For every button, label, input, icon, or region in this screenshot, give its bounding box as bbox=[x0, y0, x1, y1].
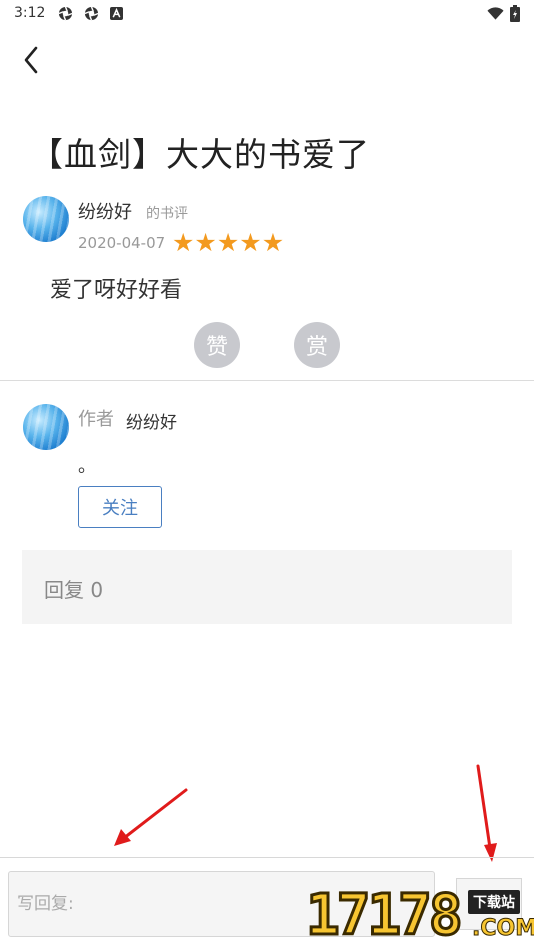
review-tag: 的书评 bbox=[146, 206, 188, 222]
arrow-icon bbox=[476, 764, 497, 862]
like-button[interactable]: 赞 bbox=[194, 322, 240, 368]
chevron-left-icon bbox=[24, 46, 38, 74]
star-icon: ★ bbox=[172, 228, 195, 257]
status-right bbox=[487, 5, 520, 22]
review-author-name[interactable]: 纷纷好 bbox=[78, 198, 132, 224]
author-avatar[interactable] bbox=[23, 404, 69, 450]
section-divider bbox=[0, 380, 534, 381]
author-name[interactable]: 纷纷好 bbox=[126, 408, 177, 433]
star-icon: ★ bbox=[194, 228, 217, 257]
aperture-icon bbox=[84, 6, 99, 21]
star-icon: ★ bbox=[261, 228, 285, 257]
reward-button[interactable]: 赏 bbox=[294, 322, 340, 368]
back-button[interactable] bbox=[14, 40, 48, 80]
status-bar: 3:12 bbox=[0, 0, 534, 28]
follow-button[interactable]: 关注 bbox=[78, 486, 162, 528]
reply-input[interactable] bbox=[8, 871, 435, 937]
send-button[interactable]: 发送 bbox=[456, 878, 522, 930]
star-icon: ★ bbox=[216, 228, 240, 257]
author-text: 。 bbox=[78, 456, 96, 477]
a-badge-icon bbox=[110, 7, 123, 20]
review-date: 2020-04-07 bbox=[78, 234, 166, 252]
reply-count: 回复 0 bbox=[44, 578, 104, 602]
reply-section: 回复 0 bbox=[22, 550, 512, 624]
rating-stars: ★ ★ ★ ★ ★ bbox=[172, 229, 284, 257]
aperture-icon bbox=[58, 6, 73, 21]
status-time: 3:12 bbox=[14, 5, 46, 21]
author-label: 作者 bbox=[78, 409, 114, 430]
review-content: 爱了呀好好看 bbox=[50, 278, 183, 303]
page-title: 【血剑】大大的书爱了 bbox=[30, 135, 370, 174]
battery-icon bbox=[510, 5, 520, 22]
star-icon: ★ bbox=[239, 228, 262, 257]
wifi-icon bbox=[487, 6, 504, 20]
composer-divider bbox=[0, 857, 534, 858]
arrow-icon bbox=[114, 788, 188, 846]
avatar[interactable] bbox=[23, 196, 69, 242]
